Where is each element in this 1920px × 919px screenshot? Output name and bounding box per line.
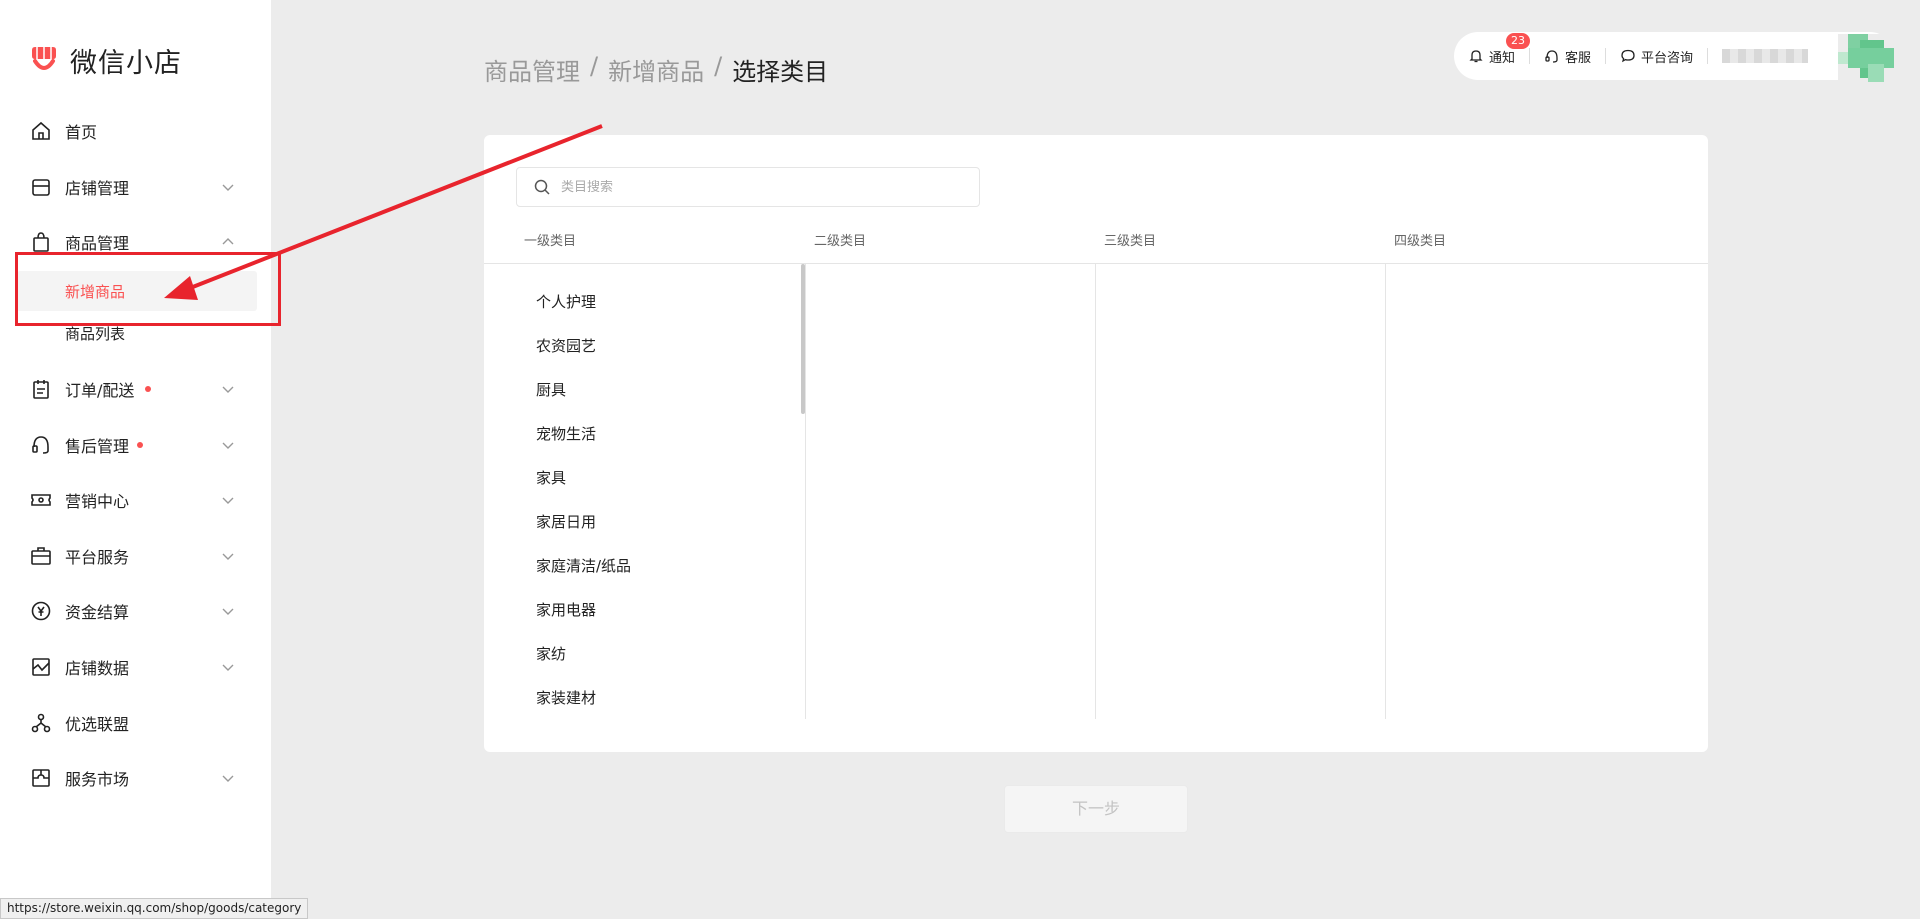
- notification-dot: [145, 386, 151, 392]
- headset-icon: [1545, 50, 1558, 63]
- chart-icon: [30, 656, 52, 678]
- category-selection-card: 一级类目 二级类目 三级类目 四级类目 个人护理 农资园艺 厨具 宠物生活 家具…: [484, 135, 1708, 752]
- sidebar-item-label: 店铺管理: [65, 179, 130, 198]
- sidebar-item-label: 店铺数据: [65, 659, 130, 678]
- list-item[interactable]: 宠物生活: [536, 412, 796, 456]
- column-header-level4: 四级类目: [1394, 234, 1447, 249]
- next-step-button[interactable]: 下一步: [1004, 785, 1188, 833]
- breadcrumb-separator: /: [714, 52, 723, 80]
- sidebar-item-after-sales[interactable]: 售后管理: [0, 425, 271, 465]
- sidebar-item-store-data[interactable]: 店铺数据: [0, 647, 271, 687]
- sidebar-item-platform-service[interactable]: 平台服务: [0, 536, 271, 576]
- sidebar-item-label: 订单/配送: [65, 381, 135, 400]
- chevron-down-icon: [220, 603, 236, 619]
- puzzle-icon: [30, 767, 52, 789]
- share-nodes-icon: [30, 712, 52, 734]
- list-item[interactable]: 农资园艺: [536, 324, 796, 368]
- sidebar: 微信小店 首页 店铺管理 商品管理 新增商品 商品列表 订单/配送 售后管理 营…: [0, 0, 271, 919]
- store-icon: [30, 176, 52, 198]
- sidebar-item-orders[interactable]: 订单/配送: [0, 369, 271, 409]
- sidebar-item-label: 服务市场: [65, 770, 130, 789]
- status-bar-url: https://store.weixin.qq.com/shop/goods/c…: [0, 898, 309, 919]
- chevron-down-icon: [220, 548, 236, 564]
- customer-service-button[interactable]: 客服: [1530, 47, 1605, 66]
- notification-dot: [137, 442, 143, 448]
- column-divider: [1095, 264, 1096, 719]
- sidebar-item-label: 优选联盟: [65, 715, 130, 734]
- headset-icon: [30, 434, 52, 456]
- platform-consult-button[interactable]: 平台咨询: [1606, 47, 1707, 66]
- platform-consult-label: 平台咨询: [1641, 50, 1694, 66]
- sidebar-subitem-label: 商品列表: [65, 325, 126, 343]
- category-search-input[interactable]: [561, 179, 961, 195]
- breadcrumb: 商品管理 / 新增商品 / 选择类目: [484, 52, 828, 87]
- ticket-icon: [30, 489, 52, 511]
- notification-button[interactable]: 通知 23: [1454, 32, 1530, 66]
- sidebar-item-home[interactable]: 首页: [0, 111, 271, 151]
- chevron-down-icon: [220, 492, 236, 508]
- column-header-level2: 二级类目: [814, 234, 867, 249]
- sidebar-item-service-market[interactable]: 服务市场: [0, 758, 271, 798]
- briefcase-icon: [30, 545, 52, 567]
- page-title: 选择类目: [732, 58, 829, 86]
- column-divider: [805, 264, 806, 719]
- chevron-up-icon: [220, 234, 236, 250]
- list-item[interactable]: 家用电器: [536, 588, 796, 632]
- brand[interactable]: 微信小店: [28, 42, 182, 79]
- avatar[interactable]: [1838, 34, 1896, 84]
- level1-category-list: 个人护理 农资园艺 厨具 宠物生活 家具 家居日用 家庭清洁/纸品 家用电器 家…: [536, 280, 796, 720]
- chevron-down-icon: [220, 437, 236, 453]
- app-name: 微信小店: [70, 47, 182, 79]
- category-search-box[interactable]: [516, 167, 980, 207]
- breadcrumb-separator: /: [590, 52, 599, 80]
- column-divider: [1385, 264, 1386, 719]
- customer-service-label: 客服: [1565, 50, 1592, 66]
- chat-bubble-icon: [1621, 49, 1635, 63]
- category-list-scrollbar[interactable]: [801, 264, 805, 414]
- yuan-coin-icon: [30, 600, 52, 622]
- list-item[interactable]: 个人护理: [536, 280, 796, 324]
- home-icon: [30, 120, 52, 142]
- chevron-down-icon: [220, 179, 236, 195]
- bell-icon: [1469, 50, 1483, 63]
- annotation-highlight-box: [15, 252, 281, 326]
- chevron-down-icon: [220, 381, 236, 397]
- list-item[interactable]: 家纺: [536, 632, 796, 676]
- list-item[interactable]: 家具: [536, 456, 796, 500]
- sidebar-item-label: 平台服务: [65, 548, 130, 567]
- chevron-down-icon: [220, 770, 236, 786]
- list-item[interactable]: 家庭清洁/纸品: [536, 544, 796, 588]
- column-header-level1: 一级类目: [524, 234, 577, 249]
- list-item[interactable]: 厨具: [536, 368, 796, 412]
- sidebar-item-label: 资金结算: [65, 603, 130, 622]
- sidebar-item-store[interactable]: 店铺管理: [0, 167, 271, 207]
- header-divider: [484, 263, 1708, 264]
- search-icon: [534, 179, 550, 195]
- list-item[interactable]: 家居日用: [536, 500, 796, 544]
- breadcrumb-goods-management[interactable]: 商品管理: [484, 52, 580, 87]
- account-name-blurred[interactable]: [1722, 49, 1809, 63]
- sidebar-item-alliance[interactable]: 优选联盟: [0, 703, 271, 743]
- clipboard-icon: [30, 378, 52, 400]
- top-toolbar: 通知 23 客服 平台咨询: [1454, 32, 1894, 80]
- sidebar-item-marketing[interactable]: 营销中心: [0, 480, 271, 520]
- sidebar-item-settlement[interactable]: 资金结算: [0, 591, 271, 631]
- column-header-level3: 三级类目: [1104, 234, 1157, 249]
- notification-count-badge: 23: [1506, 32, 1530, 49]
- list-item[interactable]: 家装建材: [536, 676, 796, 720]
- sidebar-item-label: 首页: [65, 123, 98, 142]
- sidebar-item-label: 售后管理: [65, 437, 130, 456]
- sidebar-item-label: 商品管理: [65, 234, 130, 253]
- chevron-down-icon: [220, 659, 236, 675]
- breadcrumb-add-goods[interactable]: 新增商品: [608, 52, 704, 87]
- divider: [1707, 48, 1709, 64]
- shop-logo-icon: [32, 47, 56, 70]
- sidebar-item-label: 营销中心: [65, 492, 130, 511]
- notification-label: 通知: [1489, 50, 1516, 66]
- shopping-bag-icon: [30, 231, 52, 253]
